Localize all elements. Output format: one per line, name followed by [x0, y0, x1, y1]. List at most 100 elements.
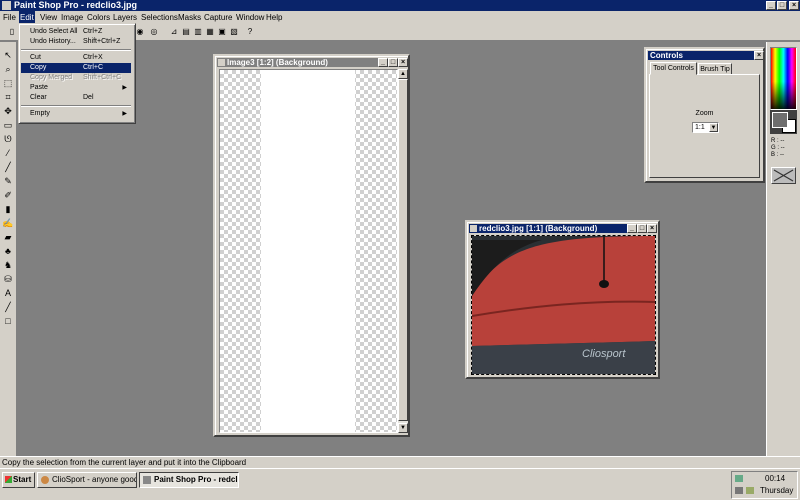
- histogram-icon[interactable]: ⊿: [168, 26, 180, 38]
- color-replacer-icon[interactable]: ▮: [2, 204, 14, 215]
- zoom-label: Zoom: [695, 110, 714, 117]
- redclio3-minimize-button[interactable]: _: [627, 224, 637, 233]
- help-icon[interactable]: ?: [244, 26, 256, 38]
- color-spectrum[interactable]: [770, 47, 797, 110]
- scroll-down-icon[interactable]: ▼: [398, 423, 408, 433]
- menu-masks[interactable]: Masks: [177, 11, 202, 24]
- lasso-icon[interactable]: ᘎ: [2, 134, 14, 145]
- document-icon: [218, 59, 225, 66]
- tool-palette: ↖ ⌕ ⬚ ⌗ ✥ ▭ ᘎ ⁄ ╱ ✎ ✐ ▮ ✍ ▰ ♣ ♞ ⛁ A ╱ □: [0, 42, 17, 456]
- controls-panel: Controls × Tool Controls Brush Tip Zoom …: [644, 47, 765, 183]
- task-cliosport[interactable]: ClioSport - anyone good ...: [37, 472, 137, 488]
- app-title: Paint Shop Pro - redclio3.jpg: [14, 0, 138, 10]
- menu-separator: [21, 105, 131, 107]
- controls-title-bar[interactable]: Controls: [648, 51, 761, 60]
- selection-icon[interactable]: ▭: [2, 120, 14, 131]
- text-icon[interactable]: A: [2, 288, 14, 299]
- red-readout: R : --: [771, 138, 785, 144]
- zoom-select[interactable]: 1:1 ▼: [692, 122, 719, 133]
- shape-icon[interactable]: □: [2, 316, 14, 327]
- minimize-button[interactable]: _: [766, 1, 776, 10]
- retouch-icon[interactable]: ✍: [2, 218, 14, 229]
- tray-network-icon[interactable]: [735, 475, 743, 482]
- deform-icon[interactable]: ⬚: [2, 78, 14, 89]
- picture-tube-icon[interactable]: ♣: [2, 246, 14, 257]
- image-icon[interactable]: ▣: [216, 26, 228, 38]
- menu-selections[interactable]: Selections: [140, 11, 179, 24]
- green-readout: G : --: [771, 145, 785, 151]
- layers-icon: ▥: [194, 27, 202, 36]
- new-file-icon[interactable]: ▯: [6, 26, 18, 38]
- swatch-area: [770, 110, 797, 134]
- blue-readout: B : --: [771, 152, 784, 158]
- tray-volume-icon[interactable]: [735, 487, 743, 494]
- foreground-color-swatch[interactable]: [772, 112, 788, 128]
- menu-copy[interactable]: Copy Ctrl+C: [21, 63, 131, 73]
- zoom-icon[interactable]: ◎: [148, 26, 160, 38]
- redclio3-window[interactable]: redclio3.jpg [1:1] (Background) _ □ × Cl…: [465, 220, 660, 379]
- tray-app-icon[interactable]: [746, 487, 754, 494]
- start-label: Start: [13, 475, 32, 484]
- color-palette: R : -- G : -- B : --: [766, 42, 800, 456]
- menu-empty[interactable]: Empty ▶: [21, 109, 131, 119]
- close-button[interactable]: ×: [789, 1, 799, 10]
- submenu-arrow-icon: ▶: [122, 85, 127, 91]
- color-readout: R : -- G : -- B : --: [771, 138, 785, 159]
- magic-wand-icon[interactable]: ⁄: [2, 148, 14, 159]
- document-icon: [470, 225, 477, 232]
- menu-undo-select-all[interactable]: Undo Select All Ctrl+Z: [21, 27, 131, 37]
- controls-title: Controls: [650, 51, 683, 60]
- clone-brush-icon[interactable]: ✐: [2, 190, 14, 201]
- app-icon[interactable]: [2, 1, 11, 10]
- image3-vertical-scrollbar[interactable]: ▲ ▼: [398, 69, 408, 433]
- zoom-tool-icon[interactable]: ⌕: [2, 64, 14, 75]
- menu-paste[interactable]: Paste ▶: [21, 83, 131, 93]
- dropper-icon[interactable]: ╱: [2, 162, 14, 173]
- arrow-icon[interactable]: ↖: [2, 50, 14, 61]
- chevron-down-icon[interactable]: ▼: [709, 123, 718, 132]
- image3-canvas[interactable]: [219, 69, 398, 433]
- scroll-up-icon[interactable]: ▲: [398, 69, 408, 79]
- menu-clear[interactable]: Clear Del: [21, 93, 131, 103]
- image3-maximize-button[interactable]: □: [388, 58, 398, 67]
- menu-window[interactable]: Window: [235, 11, 265, 24]
- windows-logo-icon: [5, 476, 12, 483]
- airbrush-icon[interactable]: ♞: [2, 260, 14, 271]
- eraser-icon[interactable]: ▰: [2, 232, 14, 243]
- browse-icon[interactable]: ▤: [180, 26, 192, 38]
- redclio3-close-button[interactable]: ×: [647, 224, 657, 233]
- flood-fill-icon[interactable]: ⛁: [2, 274, 14, 285]
- browser-icon: [41, 476, 49, 484]
- redclio3-title-bar[interactable]: redclio3.jpg [1:1] (Background) _ □ ×: [469, 224, 657, 233]
- start-button[interactable]: Start: [2, 472, 35, 488]
- menu-file[interactable]: File: [2, 11, 17, 24]
- menu-cut[interactable]: Cut Ctrl+X: [21, 53, 131, 63]
- image3-window[interactable]: Image3 [1:2] (Background) _ □ × ▲ ▼: [213, 54, 410, 437]
- taskbar: Start ClioSport - anyone good ... Paint …: [0, 468, 800, 500]
- redclio3-canvas[interactable]: Cliosport: [471, 235, 656, 375]
- image3-white-area: [261, 70, 355, 432]
- swap-texture-icon[interactable]: [771, 167, 796, 184]
- task-paint-shop-pro-label: Paint Shop Pro - redcl...: [154, 475, 239, 484]
- line-icon[interactable]: ╱: [2, 302, 14, 313]
- overview-icon[interactable]: ▧: [228, 26, 240, 38]
- paintbrush-icon[interactable]: ✎: [2, 176, 14, 187]
- image3-scroll-thumb[interactable]: [398, 79, 408, 421]
- menu-help[interactable]: Help: [265, 11, 283, 24]
- color-palette-icon[interactable]: ▦: [204, 26, 216, 38]
- car-photo: Cliosport: [472, 236, 655, 374]
- mover-icon[interactable]: ✥: [2, 106, 14, 117]
- menu-capture[interactable]: Capture: [203, 11, 233, 24]
- redclio3-maximize-button[interactable]: □: [637, 224, 647, 233]
- maximize-button[interactable]: □: [777, 1, 787, 10]
- tab-tool-controls[interactable]: Tool Controls: [650, 62, 697, 75]
- clock-time[interactable]: 00:14: [765, 474, 785, 483]
- controls-close-button[interactable]: ×: [754, 51, 764, 60]
- image3-minimize-button[interactable]: _: [378, 58, 388, 67]
- crop-icon[interactable]: ⌗: [2, 92, 14, 103]
- menu-undo-history[interactable]: Undo History... Shift+Ctrl+Z: [21, 37, 131, 47]
- tool-controls-page: Zoom 1:1 ▼: [649, 74, 760, 178]
- image3-title-bar[interactable]: Image3 [1:2] (Background) _ □ ×: [217, 58, 408, 67]
- image3-close-button[interactable]: ×: [398, 58, 408, 67]
- task-paint-shop-pro[interactable]: Paint Shop Pro - redcl...: [139, 472, 239, 488]
